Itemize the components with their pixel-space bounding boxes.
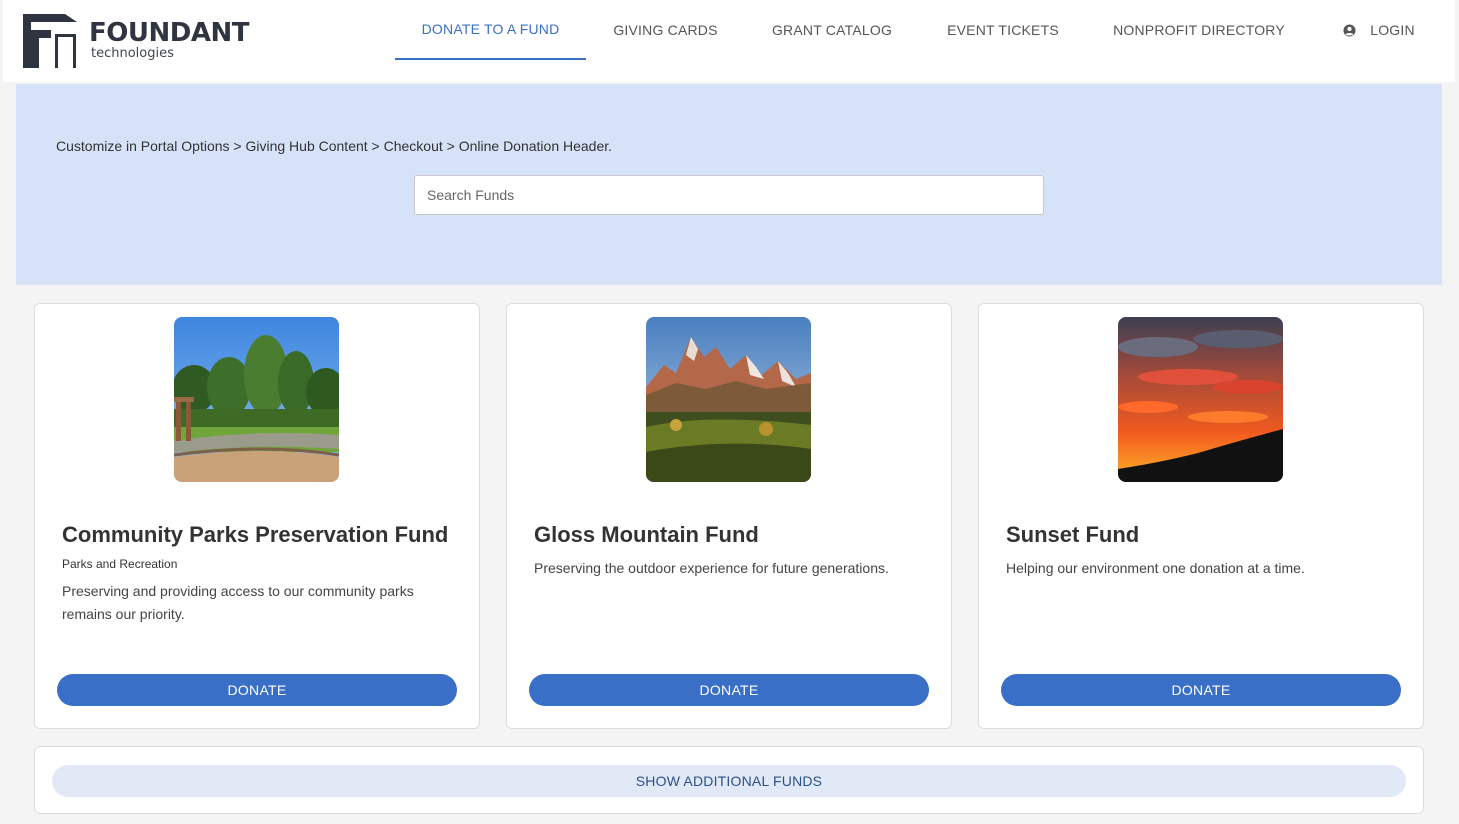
fund-description: Preserving and providing access to our c… bbox=[62, 583, 414, 622]
nav-label: GRANT CATALOG bbox=[771, 22, 893, 38]
nav-grant-catalog[interactable]: GRANT CATALOG bbox=[765, 0, 899, 60]
fund-title: Gloss Mountain Fund bbox=[534, 522, 759, 547]
foundant-logo[interactable]: FOUNDANT technologies bbox=[21, 12, 251, 70]
mountain-photo-image bbox=[646, 317, 811, 482]
fund-title: Community Parks Preservation Fund bbox=[62, 522, 449, 547]
mountain-photo bbox=[646, 317, 811, 482]
foundant-logo-mark-icon bbox=[23, 14, 77, 68]
nav-event-tickets[interactable]: EVENT TICKETS bbox=[939, 0, 1067, 60]
donate-button[interactable]: DONATE bbox=[57, 674, 457, 706]
donate-button[interactable]: DONATE bbox=[1001, 674, 1401, 706]
additional-funds-panel: SHOW ADDITIONAL FUNDS bbox=[34, 746, 1424, 814]
logo-tagline: technologies bbox=[91, 46, 174, 61]
login-link[interactable]: LOGIN bbox=[1329, 0, 1429, 60]
nav-giving-cards[interactable]: GIVING CARDS bbox=[603, 0, 728, 60]
logo-wordmark: FOUNDANT bbox=[89, 18, 249, 48]
nav-label: NONPROFIT DIRECTORY bbox=[1113, 22, 1285, 38]
fund-description: Preserving the outdoor experience for fu… bbox=[534, 560, 889, 576]
nav-label: EVENT TICKETS bbox=[947, 22, 1059, 38]
login-label: LOGIN bbox=[1370, 22, 1415, 38]
user-circle-icon bbox=[1343, 23, 1356, 37]
park-photo bbox=[174, 317, 339, 482]
fund-title: Sunset Fund bbox=[1006, 522, 1140, 547]
park-photo-image bbox=[174, 317, 339, 482]
donate-button[interactable]: DONATE bbox=[529, 674, 929, 706]
nav-label: GIVING CARDS bbox=[613, 22, 718, 38]
fund-card: Community Parks Preservation Fund Parks … bbox=[34, 303, 480, 729]
banner-text: Customize in Portal Options > Giving Hub… bbox=[56, 138, 613, 154]
fund-card: Gloss Mountain Fund Preserving the outdo… bbox=[506, 303, 952, 729]
fund-description: Helping our environment one donation at … bbox=[1006, 560, 1305, 576]
fund-category: Parks and Recreation bbox=[62, 557, 178, 571]
search-funds-input[interactable] bbox=[414, 175, 1044, 215]
nav-label: DONATE TO A FUND bbox=[421, 21, 560, 37]
sunset-photo-image bbox=[1118, 317, 1283, 482]
fund-card: Sunset Fund Helping our environment one … bbox=[978, 303, 1424, 729]
sunset-photo bbox=[1118, 317, 1283, 482]
nav-nonprofit-directory[interactable]: NONPROFIT DIRECTORY bbox=[1104, 0, 1294, 60]
site-header: FOUNDANT technologies DONATE TO A FUND G… bbox=[3, 0, 1455, 82]
show-additional-funds-button[interactable]: SHOW ADDITIONAL FUNDS bbox=[52, 765, 1406, 797]
donation-header-banner: Customize in Portal Options > Giving Hub… bbox=[16, 84, 1442, 285]
nav-donate-to-a-fund[interactable]: DONATE TO A FUND bbox=[395, 0, 586, 60]
